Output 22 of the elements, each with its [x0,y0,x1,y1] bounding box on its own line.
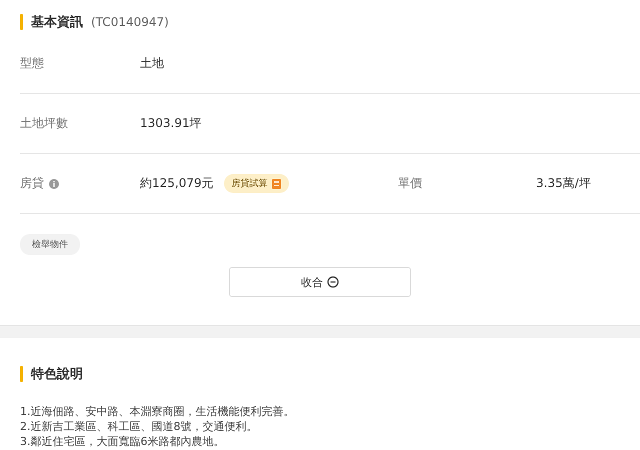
collapse-button[interactable]: 收合 [229,267,411,297]
field-value: 1303.91坪 [140,115,202,132]
field-label: 單價 [398,175,423,192]
field-label: 土地坪數 [20,115,68,132]
feature-line: 1.近海佃路、安中路、本淵寮商圈，生活機能便利完善。 [20,404,296,419]
feature-line: 2.近新吉工業區、科工區、國道8號，交通便利。 [20,419,258,434]
accent-bar [20,14,23,30]
field-value: 土地 [140,55,164,72]
minus-circle-icon [327,276,339,288]
field-value: 約125,079元 [140,175,214,192]
field-label: 型態 [20,55,44,72]
report-button[interactable]: 檢舉物件 [20,234,80,255]
field-value: 3.35萬/坪 [536,175,591,192]
calculator-icon [272,178,281,188]
section-title: 基本資訊 [31,14,83,31]
feature-line: 3.鄰近住宅區，大面寬臨6米路都內農地。 [20,434,226,449]
loan-calculator-button[interactable]: 房貸試算 [224,174,289,193]
field-label: 房貸 [20,175,44,192]
listing-code: (TC0140947) [91,15,169,29]
accent-bar [20,366,23,382]
section-title: 特色說明 [31,366,83,383]
info-icon[interactable] [49,178,59,188]
